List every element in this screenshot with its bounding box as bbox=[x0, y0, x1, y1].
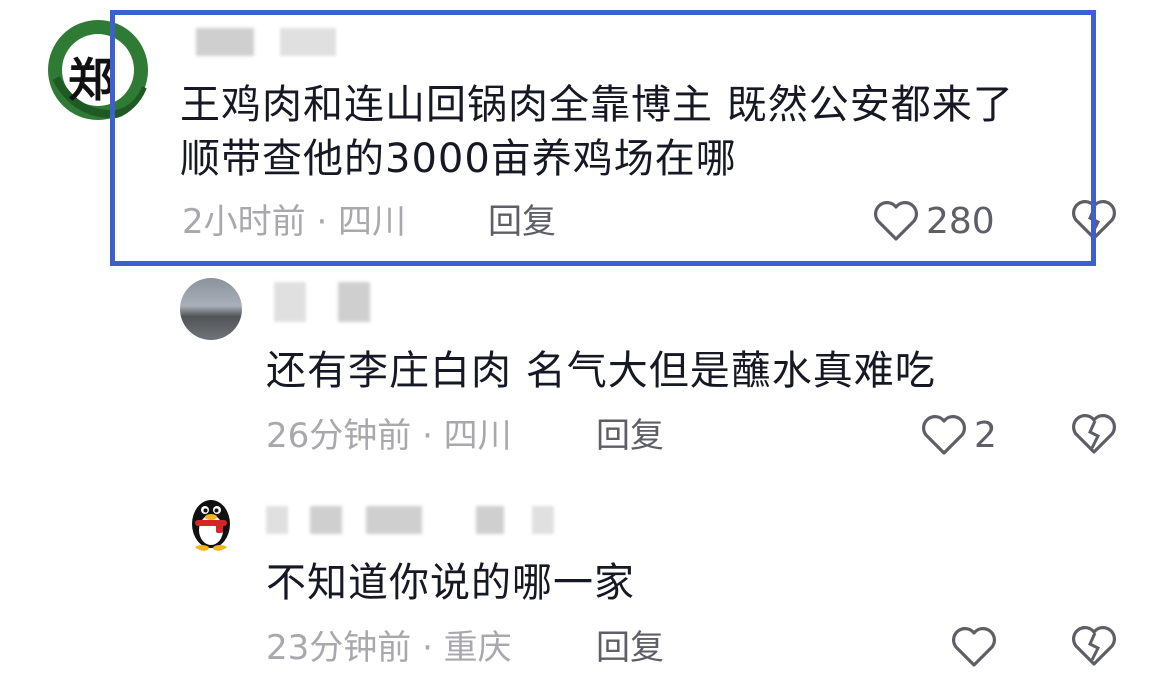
comment-time-location: 23分钟前 · 重庆 bbox=[266, 628, 512, 668]
avatar-character: 郑 bbox=[68, 53, 114, 107]
comment-text-line: 不知道你说的哪一家 bbox=[266, 560, 635, 606]
highlight-box bbox=[110, 10, 1096, 266]
comment-text-line: 还有李庄白肉 名气大但是蘸水真难吃 bbox=[266, 348, 936, 394]
dislike-icon[interactable] bbox=[1070, 624, 1118, 668]
comment-thread: 郑 王鸡肉和连山回锅肉全靠博主 既然公安都来了 顺带查他的3000亩养鸡场在哪 … bbox=[0, 0, 1170, 691]
like-button[interactable]: 2 bbox=[920, 410, 997, 460]
like-count: 2 bbox=[974, 414, 997, 456]
username-blurred[interactable] bbox=[268, 282, 398, 322]
reply-button[interactable]: 回复 bbox=[596, 626, 664, 670]
avatar[interactable] bbox=[180, 278, 242, 340]
penguin-avatar-icon bbox=[192, 500, 230, 551]
comment-time-location: 26分钟前 · 四川 bbox=[266, 416, 512, 456]
avatar[interactable] bbox=[180, 490, 242, 552]
reply-button[interactable]: 回复 bbox=[596, 414, 664, 458]
dislike-icon[interactable] bbox=[1070, 412, 1118, 456]
heart-icon bbox=[920, 413, 968, 457]
heart-icon bbox=[950, 625, 998, 669]
username-blurred[interactable] bbox=[266, 502, 556, 534]
like-button[interactable] bbox=[950, 622, 998, 672]
